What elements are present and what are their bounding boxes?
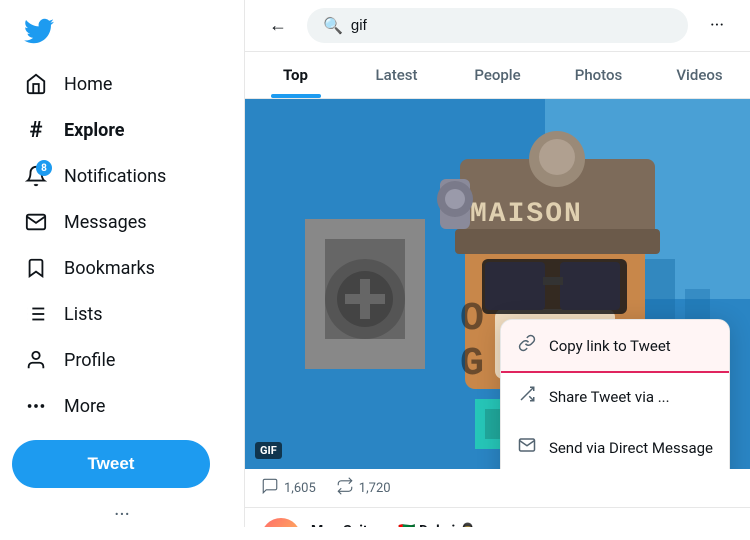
home-icon [24,72,48,96]
reply-action[interactable]: 1,605 [261,477,316,499]
gif-badge: GIF [255,442,282,459]
sidebar-item-messages-label: Messages [64,212,147,233]
lists-icon [24,302,48,326]
main-content: ← 🔍 ··· Top Latest People Photos Videos [245,0,750,527]
svg-text:MAISON: MAISON [470,199,583,230]
copy-link-label: Copy link to Tweet [549,337,671,355]
notifications-badge: 8 [36,160,52,176]
retweet-count: 1,720 [359,481,391,496]
dm-icon [517,436,537,459]
sidebar-item-explore[interactable]: # Explore [12,108,232,152]
messages-icon [24,210,48,234]
more-icon [24,394,48,418]
tweet-user-name: Mrs. Saitama 🇦🇪 Dubai 🥷 [311,523,476,528]
retweet-action[interactable]: 1,720 [336,477,391,499]
sidebar-item-notifications-label: Notifications [64,166,166,187]
sidebar-item-home-label: Home [64,74,112,95]
tweet-actions: 1,605 1,720 [245,469,750,508]
svg-text:G: G [460,342,484,387]
copy-link-icon [517,334,537,357]
search-input[interactable] [351,17,672,34]
sidebar-item-profile-label: Profile [64,350,115,371]
svg-text:O: O [460,297,484,342]
send-dm-label: Send via Direct Message [549,439,713,457]
main-header: ← 🔍 ··· [245,0,750,52]
sidebar: Home # Explore 8 Notifications Messages [0,0,245,527]
context-menu-send-dm[interactable]: Send via Direct Message [501,422,729,469]
sidebar-item-lists-label: Lists [64,304,103,325]
context-menu: Copy link to Tweet Share Tweet via ... S… [500,319,730,469]
feed: MAISON O G GIF [245,99,750,527]
tab-latest[interactable]: Latest [346,52,447,98]
tweet-card: MAISON O G GIF [245,99,750,527]
avatar: 🐾 [261,518,301,527]
bell-icon: 8 [24,164,48,188]
sidebar-item-messages[interactable]: Messages [12,200,232,244]
sidebar-item-lists[interactable]: Lists [12,292,232,336]
sidebar-item-more-label: More [64,396,105,417]
tweet-image[interactable]: MAISON O G GIF [245,99,750,469]
bookmark-icon [24,256,48,280]
tab-people[interactable]: People [447,52,548,98]
sidebar-item-home[interactable]: Home [12,62,232,106]
share-tweet-label: Share Tweet via ... [549,388,670,406]
profile-icon [24,348,48,372]
tweet-user-info: Mrs. Saitama 🇦🇪 Dubai 🥷 @MrsSaitama · 5h [311,523,476,528]
explore-icon: # [24,118,48,142]
search-tabs: Top Latest People Photos Videos [245,52,750,99]
sidebar-item-notifications[interactable]: 8 Notifications [12,154,232,198]
sidebar-nav: Home # Explore 8 Notifications Messages [12,62,232,428]
sidebar-item-profile[interactable]: Profile [12,338,232,382]
back-button[interactable]: ← [261,9,295,43]
sidebar-item-explore-label: Explore [64,120,124,141]
tab-videos[interactable]: Videos [649,52,750,98]
header-more-button[interactable]: ··· [700,9,734,43]
search-bar[interactable]: 🔍 [307,8,688,43]
twitter-logo[interactable] [12,8,232,58]
context-menu-copy-link[interactable]: Copy link to Tweet [500,319,730,373]
retweet-icon [336,477,354,499]
share-icon [517,385,537,408]
sidebar-item-more[interactable]: More [12,384,232,428]
sidebar-item-bookmarks[interactable]: Bookmarks [12,246,232,290]
context-menu-share-tweet[interactable]: Share Tweet via ... [501,371,729,422]
tab-top[interactable]: Top [245,52,346,98]
tweet-preview-row: 🐾 Mrs. Saitama 🇦🇪 Dubai 🥷 @MrsSaitama · … [245,508,750,527]
reply-icon [261,477,279,499]
search-icon: 🔍 [323,16,343,35]
tab-photos[interactable]: Photos [548,52,649,98]
sidebar-bottom: ··· [12,488,232,540]
reply-count: 1,605 [284,481,316,496]
tweet-button[interactable]: Tweet [12,440,210,488]
sidebar-item-bookmarks-label: Bookmarks [64,258,155,279]
